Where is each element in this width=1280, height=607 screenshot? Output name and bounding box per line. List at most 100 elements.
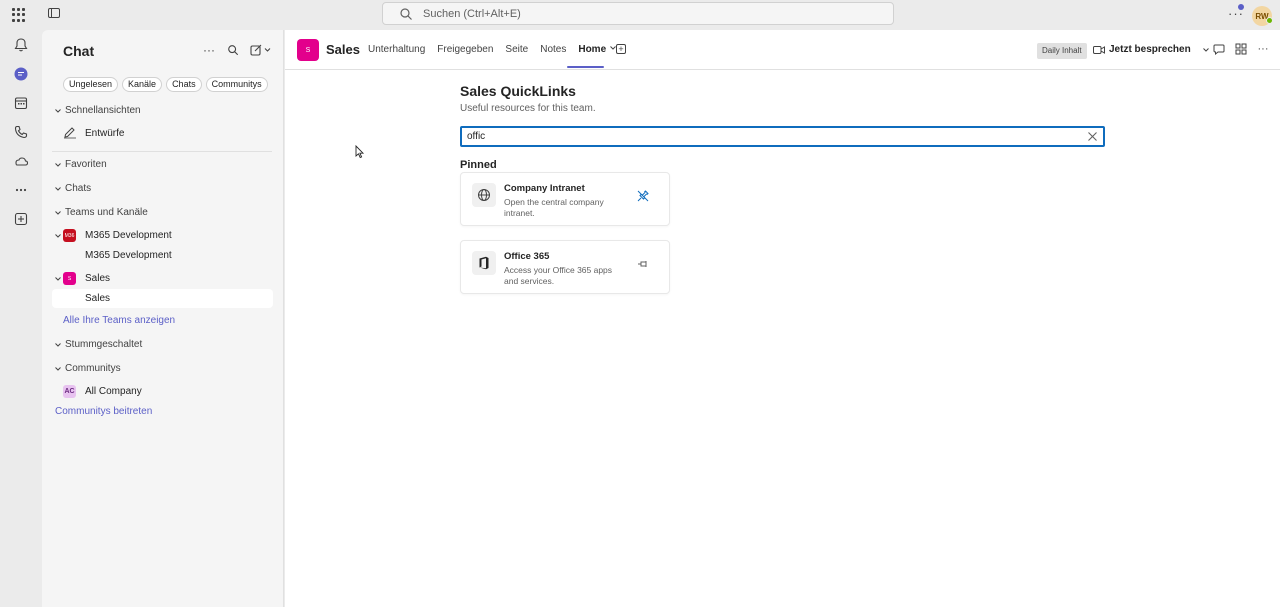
divider — [52, 151, 272, 152]
app-launcher-icon[interactable] — [12, 8, 26, 22]
main-content: S Sales Unterhaltung Freigegeben Seite N… — [285, 30, 1280, 607]
card-description: Access your Office 365 apps and services… — [504, 265, 613, 286]
community-label: All Company — [85, 386, 142, 397]
card-title: Office 365 — [504, 251, 550, 262]
section-favorites[interactable]: Favoriten — [54, 159, 107, 170]
globe-icon — [472, 183, 496, 207]
tab-conversation[interactable]: Unterhaltung — [368, 44, 425, 55]
tab-shared[interactable]: Freigegeben — [437, 44, 493, 55]
show-all-teams-link[interactable]: Alle Ihre Teams anzeigen — [63, 315, 175, 326]
section-quick-views[interactable]: Schnellansichten — [54, 105, 141, 116]
card-description: Open the central company intranet. — [504, 197, 604, 218]
drafts-label: Entwürfe — [85, 127, 125, 139]
chat-pane-title: Chat — [63, 43, 95, 59]
notification-dot — [1238, 4, 1244, 10]
chevron-down-icon — [55, 342, 61, 347]
chevron-down-icon — [55, 186, 61, 191]
add-apps-icon[interactable] — [8, 206, 34, 232]
quicklink-card[interactable]: Office 365 Access your Office 365 apps a… — [460, 240, 670, 294]
quicklink-card[interactable]: Company Intranet Open the central compan… — [460, 172, 670, 226]
section-label: Schnellansichten — [65, 105, 141, 116]
channel-sales[interactable]: Sales — [85, 293, 110, 304]
team-tile: S — [297, 39, 319, 61]
header-actions: ··· — [1213, 43, 1269, 55]
team-sales[interactable]: S Sales — [54, 272, 110, 285]
pinned-icon[interactable] — [637, 190, 649, 202]
tab-home-label: Home — [578, 44, 607, 55]
chat-icon[interactable] — [8, 61, 34, 87]
chevron-down-icon — [55, 108, 61, 113]
search-icon — [400, 7, 412, 20]
channel-label: Sales — [85, 293, 111, 304]
office-logo-icon — [472, 251, 496, 275]
quicklinks-subtitle: Useful resources for this team. — [460, 103, 596, 114]
section-label: Favoriten — [65, 159, 107, 170]
calendar-icon[interactable] — [8, 90, 34, 116]
chevron-down-icon — [55, 233, 61, 238]
calls-phone-icon[interactable] — [8, 119, 34, 145]
chevron-down-icon — [55, 276, 61, 281]
add-tab-icon[interactable]: + — [616, 44, 626, 54]
team-name: Sales — [326, 42, 360, 57]
meet-label: Jetzt besprechen — [1109, 44, 1191, 55]
apps-grid-icon[interactable] — [1235, 43, 1247, 55]
more-apps-icon[interactable] — [8, 177, 34, 203]
community-avatar: AC — [63, 385, 76, 398]
section-communities[interactable]: Communitys — [54, 363, 121, 374]
onedrive-cloud-icon[interactable] — [8, 148, 34, 174]
channel-tabs: Unterhaltung Freigegeben Seite Notes Hom… — [368, 44, 617, 55]
team-m365-development[interactable]: M36 M365 Development — [54, 229, 172, 242]
section-label: Stummgeschaltet — [65, 339, 143, 350]
tab-notes[interactable]: Notes — [540, 44, 566, 55]
team-avatar: M36 — [63, 229, 76, 242]
tab-page[interactable]: Seite — [505, 44, 528, 55]
tab-home[interactable]: Home — [578, 44, 617, 55]
active-tab-indicator — [567, 66, 604, 68]
chevron-down-icon — [55, 162, 61, 167]
search-input[interactable]: Suchen (Ctrl+Alt+E) — [382, 2, 894, 25]
chevron-down-icon — [1202, 47, 1209, 52]
channel-label: M365 Development — [85, 250, 172, 261]
search-icon[interactable] — [226, 43, 240, 57]
pinned-heading: Pinned — [460, 159, 497, 171]
presence-available-icon — [1266, 17, 1273, 24]
new-chat-compose-icon[interactable] — [250, 43, 272, 57]
section-teams-channels[interactable]: Teams und Kanäle — [54, 207, 148, 218]
activity-bell-icon[interactable] — [8, 32, 34, 58]
filter-chip-chats[interactable]: Chats — [166, 77, 202, 92]
more-options-icon[interactable]: ··· — [1257, 43, 1269, 55]
meet-now-button[interactable]: Jetzt besprechen — [1093, 44, 1211, 55]
section-label: Communitys — [65, 363, 121, 374]
quicklinks-title: Sales QuickLinks — [460, 83, 576, 99]
chevron-down-icon — [55, 210, 61, 215]
section-label: Chats — [65, 183, 92, 194]
quicklinks-filter-field[interactable] — [460, 126, 1105, 147]
channel-m365-development[interactable]: M365 Development — [85, 250, 172, 261]
conversation-icon[interactable] — [1213, 43, 1225, 55]
community-all-company[interactable]: AC All Company — [63, 385, 142, 398]
join-communities-link[interactable]: Communitys beitreten — [55, 406, 152, 417]
more-options-icon[interactable]: ··· — [202, 43, 216, 57]
app-rail — [0, 30, 42, 607]
filter-input[interactable] — [467, 131, 1067, 142]
chevron-down-icon — [55, 366, 61, 371]
mouse-cursor-icon — [355, 145, 365, 159]
filter-chip-unread[interactable]: Ungelesen — [63, 77, 119, 92]
toggle-sidebar-icon[interactable] — [48, 8, 60, 18]
chat-filter-chips: Ungelesen Kanäle Chats Communitys — [63, 77, 268, 92]
section-muted[interactable]: Stummgeschaltet — [54, 339, 142, 350]
daily-content-badge[interactable]: Daily Inhalt — [1037, 43, 1087, 59]
filter-chip-channels[interactable]: Kanäle — [122, 77, 163, 92]
section-label: Teams und Kanäle — [65, 207, 148, 218]
channel-header: S Sales Unterhaltung Freigegeben Seite N… — [285, 30, 1280, 70]
chat-toolbar: ··· — [202, 43, 272, 57]
section-chats[interactable]: Chats — [54, 183, 91, 194]
clear-icon[interactable] — [1087, 131, 1098, 142]
chat-list-pane: Chat ··· Ungelesen Kanäle Chats Communit… — [42, 30, 284, 607]
pin-icon[interactable] — [637, 258, 649, 270]
video-camera-icon — [1093, 45, 1105, 54]
title-bar: Suchen (Ctrl+Alt+E) ··· RW — [0, 0, 1280, 30]
team-label: M365 Development — [85, 230, 172, 241]
filter-chip-communities[interactable]: Communitys — [205, 77, 268, 92]
drafts-item[interactable]: Entwürfe — [63, 127, 124, 139]
